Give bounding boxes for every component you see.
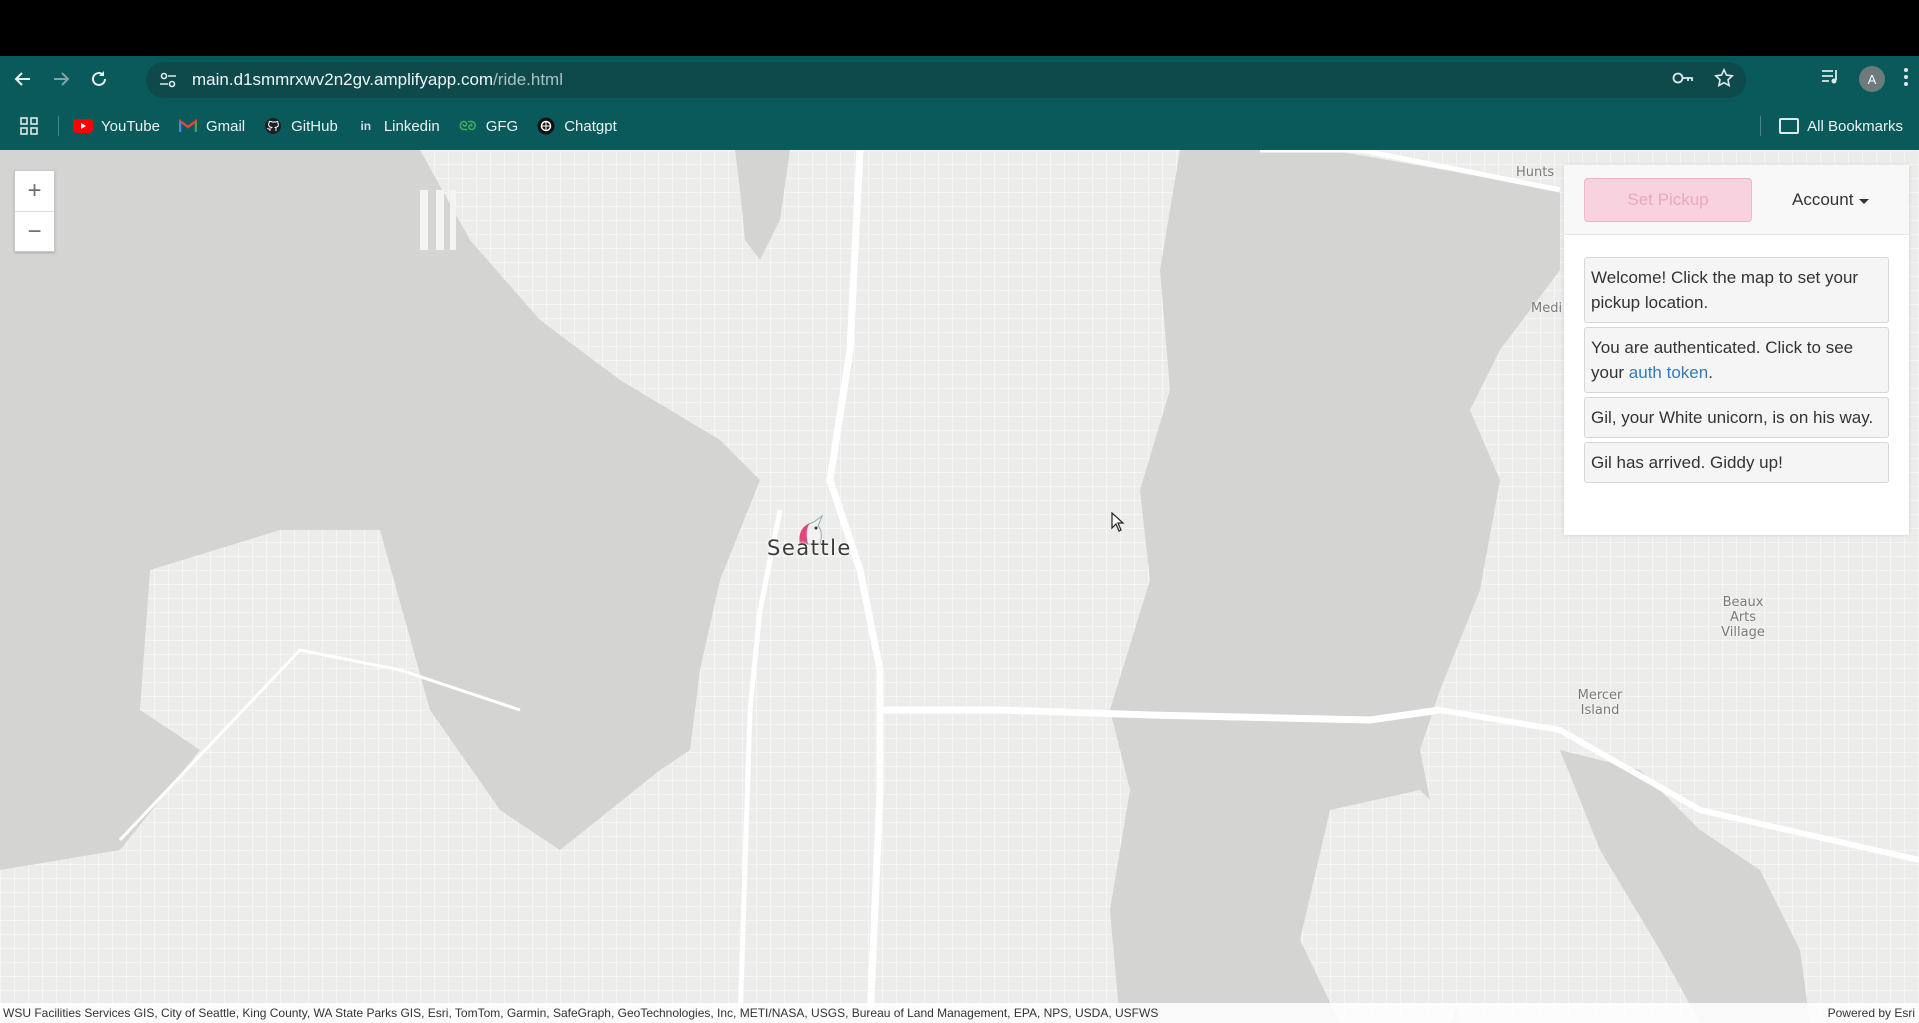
all-bookmarks-label: All Bookmarks [1807,117,1903,135]
folder-icon [1779,118,1800,134]
gmail-icon [178,116,198,136]
toolbar-right: A [1821,56,1909,102]
bookmark-label: GitHub [291,117,338,135]
message-welcome: Welcome! Click the map to set your picku… [1584,257,1889,323]
city-label-seattle: Seattle [767,536,852,560]
github-icon [263,116,283,136]
map-view[interactable]: + − Hunts Medi Beaux Arts Village Mercer… [0,150,1919,1023]
ride-panel: Set Pickup Account Welcome! Click the ma… [1564,165,1909,535]
mouse-cursor-icon [1111,511,1125,537]
auth-token-link[interactable]: auth token [1629,363,1708,382]
message-arrived: Gil has arrived. Giddy up! [1584,442,1889,483]
account-dropdown[interactable]: Account [1792,178,1870,222]
message-authenticated: You are authenticated. Click to see your… [1584,327,1889,393]
bookmark-gfg[interactable]: ᘓᘑ GFG [458,116,519,136]
message-on-way: Gil, your White unicorn, is on his way. [1584,397,1889,438]
forward-button[interactable] [46,64,76,94]
bookmarks-bar: YouTube Gmail GitHub in Linkedin ᘓᘑ GFG … [0,102,1919,150]
bookmarks-separator [58,116,59,136]
media-controls-icon[interactable] [1821,68,1841,91]
zoom-out-button[interactable]: − [15,211,54,251]
top-strip [0,0,1919,56]
chatgpt-icon [536,116,556,136]
place-label-hunts: Hunts [1516,165,1555,180]
map-attribution: WSU Facilities Services GIS, City of Sea… [0,1003,1919,1023]
place-label-beaux-arts: Beaux Arts Village [1721,595,1765,640]
url-path: /ride.html [493,70,563,89]
bookmark-linkedin[interactable]: in Linkedin [356,116,440,136]
site-info-icon[interactable] [154,66,182,94]
message-auth-suffix: . [1708,363,1713,382]
bookmark-label: Gmail [205,117,246,135]
more-menu-icon[interactable] [1903,67,1909,92]
bookmark-label: YouTube [101,117,160,135]
bookmark-gmail[interactable]: Gmail [178,116,245,136]
zoom-controls: + − [14,170,55,252]
panel-header: Set Pickup Account [1564,165,1909,235]
set-pickup-button[interactable]: Set Pickup [1584,178,1752,222]
apps-grid-icon[interactable] [16,113,42,139]
powered-by-esri[interactable]: Powered by Esri [1828,1006,1919,1020]
bookmark-label: Chatgpt [564,117,617,135]
forward-arrow-icon [54,72,70,86]
back-arrow-icon [14,72,30,86]
account-label: Account [1792,190,1854,209]
url-text: main.d1smmrxwv2n2gv.amplifyapp.com/ride.… [192,70,563,90]
bookmark-chatgpt[interactable]: Chatgpt [536,116,617,136]
zoom-in-button[interactable]: + [15,171,54,211]
message-list: Welcome! Click the map to set your picku… [1584,257,1889,487]
gfg-icon: ᘓᘑ [459,118,477,133]
bookmarks-separator [1760,116,1762,136]
place-label-mercer: Mercer Island [1577,688,1623,718]
attribution-text: WSU Facilities Services GIS, City of Sea… [3,1006,1159,1020]
browser-toolbar: main.d1smmrxwv2n2gv.amplifyapp.com/ride.… [0,56,1919,102]
bookmark-github[interactable]: GitHub [263,116,338,136]
youtube-icon [73,116,93,136]
profile-avatar[interactable]: A [1859,66,1885,92]
bookmark-label: Linkedin [383,117,440,135]
reload-button[interactable] [84,64,114,94]
address-bar[interactable]: main.d1smmrxwv2n2gv.amplifyapp.com/ride.… [146,62,1746,98]
reload-icon [92,71,106,86]
place-label-medi: Medi [1531,301,1563,316]
bookmark-youtube[interactable]: YouTube [73,116,160,136]
bookmark-label: GFG [485,117,519,135]
linkedin-icon: in [360,119,372,133]
bookmark-star-icon[interactable] [1714,67,1734,93]
url-host: main.d1smmrxwv2n2gv.amplifyapp.com [192,70,494,89]
password-key-icon[interactable] [1672,71,1694,90]
caret-down-icon [1859,198,1870,204]
all-bookmarks[interactable]: All Bookmarks [1760,102,1903,150]
back-button[interactable] [8,64,38,94]
